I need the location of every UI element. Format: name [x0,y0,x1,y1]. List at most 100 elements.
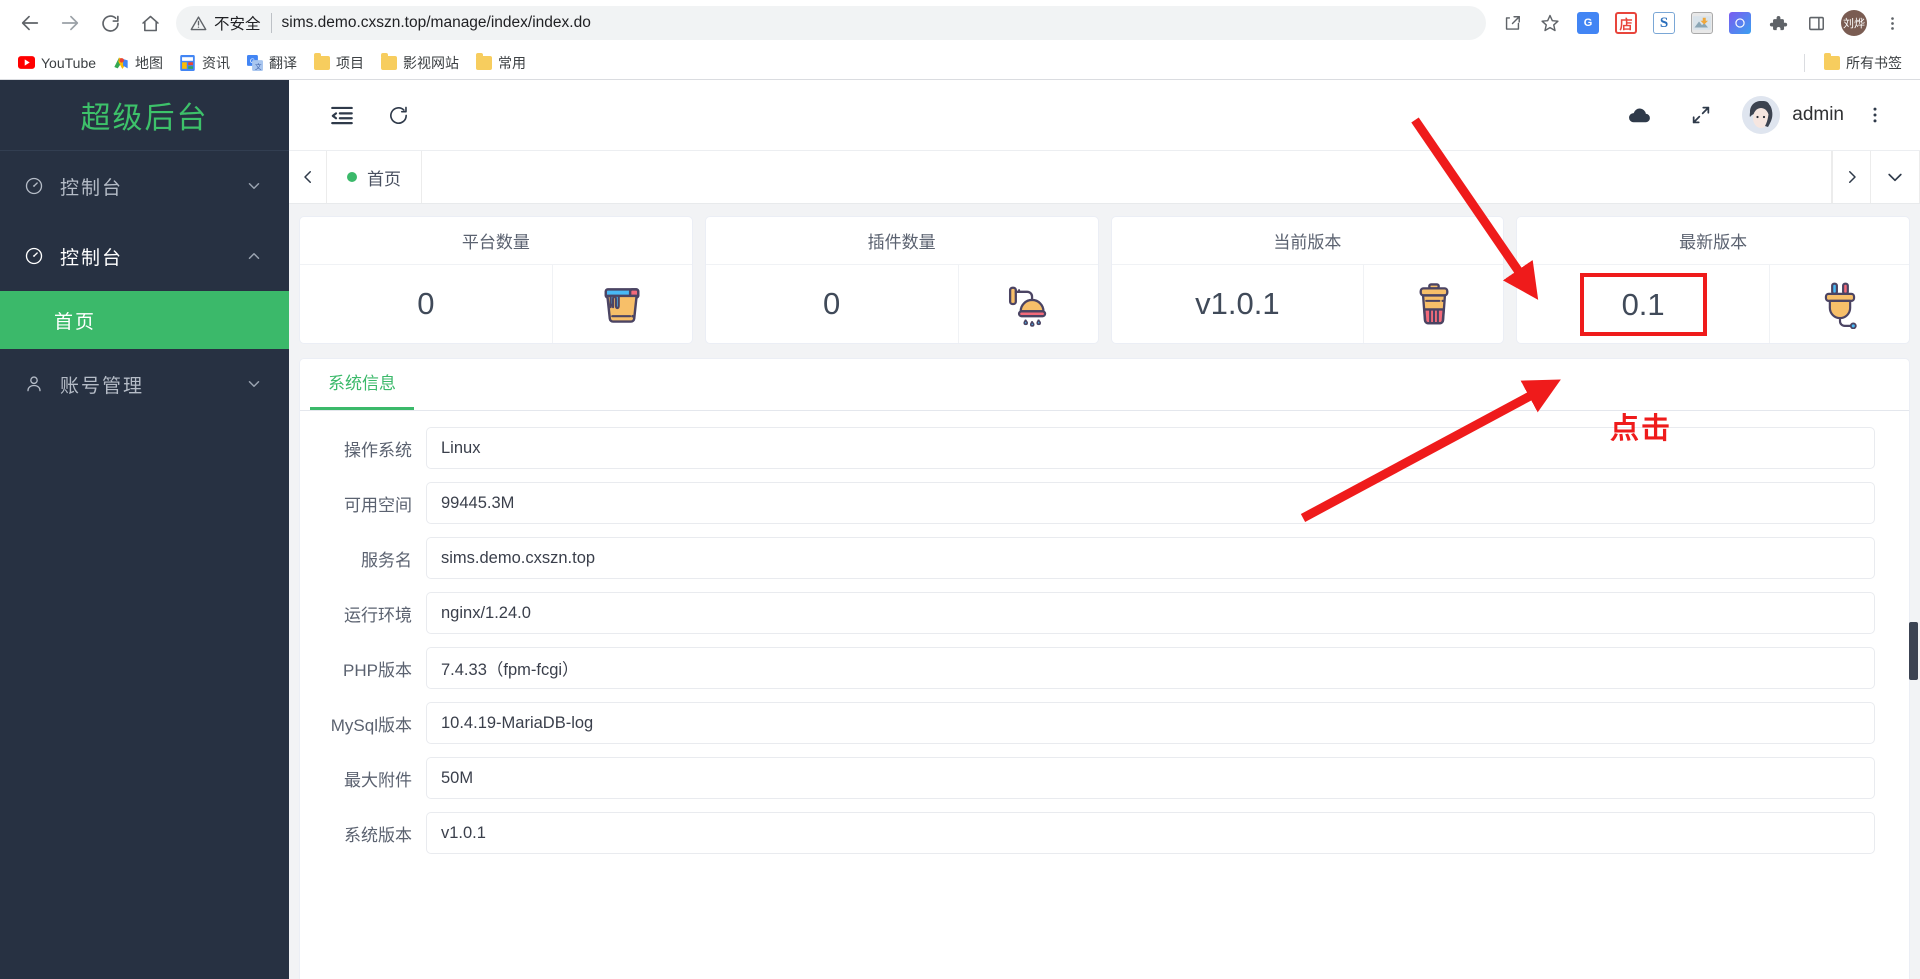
free-space-field[interactable]: 99445.3M [426,482,1875,524]
shower-icon [957,265,1098,343]
image-downloader-extension-icon[interactable] [1684,5,1720,41]
side-panel-icon[interactable] [1798,5,1834,41]
three-dot-menu-icon[interactable] [1874,5,1910,41]
runtime-field[interactable]: nginx/1.24.0 [426,592,1875,634]
form-row-max-upload: 最大附件 50M [300,757,1875,799]
browser-chrome: 不安全 sims.demo.cxszn.top/manage/index/ind… [0,0,1920,80]
folder-icon [475,52,492,71]
form-row-system-version: 系统版本 v1.0.1 [300,812,1875,854]
card-value: 0 [823,286,841,321]
bookmark-label: 资讯 [202,54,231,71]
system-version-field[interactable]: v1.0.1 [426,812,1875,854]
sidebar: 超级后台 控制台 控制台 首页 账号管理 [0,80,289,979]
bookmark-translate[interactable]: G文 翻译 [238,49,305,77]
trash-can-icon [1363,265,1503,343]
os-field[interactable]: Linux [426,427,1875,469]
card-value[interactable]: 0.1 [1579,272,1707,336]
profile-avatar[interactable]: 刘烨 [1836,5,1872,41]
stat-card-plugin-count: 插件数量 0 [704,216,1099,344]
bookmark-folder-common[interactable]: 常用 [467,49,534,77]
back-arrow-icon[interactable] [10,3,50,43]
all-bookmarks-button[interactable]: 所有书签 [1815,49,1910,77]
tabs-empty-space [422,151,1832,203]
browser-toolbar: 不安全 sims.demo.cxszn.top/manage/index/ind… [0,0,1920,46]
stat-card-latest-version: 最新版本 0.1 [1516,216,1910,344]
stat-card-current-version: 当前版本 v1.0.1 [1110,216,1505,344]
bookmark-youtube[interactable]: YouTube [10,50,104,75]
bookmark-star-icon[interactable] [1532,5,1568,41]
extensions-puzzle-icon[interactable] [1760,5,1796,41]
php-version-field[interactable]: 7.4.33（fpm-fcgi） [426,647,1875,689]
bookmark-folder-video[interactable]: 影视网站 [372,49,467,77]
form-row-mysql-version: MySql版本 10.4.19-MariaDB-log [300,702,1875,744]
system-info-form: 操作系统 Linux 可用空间 99445.3M 服务名 sims.demo.c… [300,411,1909,854]
user-menu[interactable]: admin [1742,96,1844,134]
card-value-wrapper[interactable]: 0.1 [1517,265,1769,343]
sidebar-item-console-2[interactable]: 控制台 [0,221,289,291]
brand-title: 超级后台 [0,80,289,151]
service-name-field[interactable]: sims.demo.cxszn.top [426,537,1875,579]
form-row-service-name: 服务名 sims.demo.cxszn.top [300,537,1875,579]
content-area: 平台数量 0 插件数量 0 当前版本 v1.0.1 最新版本 0.1 系统信息 … [289,204,1920,979]
vertical-dots-icon[interactable] [1852,92,1898,138]
browser-toolbar-right: G 店 S 刘烨 [1494,5,1910,41]
url-text: sims.demo.cxszn.top/manage/index/index.d… [281,14,591,31]
bookmark-folder-projects[interactable]: 项目 [305,49,372,77]
dashboard-icon [24,246,50,266]
bookmark-label: 地图 [135,54,164,71]
google-translate-extension-icon[interactable]: G [1570,5,1606,41]
menu-collapse-icon[interactable] [319,92,365,138]
security-label: 不安全 [214,16,261,33]
sidebar-item-account-management[interactable]: 账号管理 [0,349,289,419]
sidebar-subitem-label: 首页 [54,311,97,333]
refresh-icon[interactable] [375,92,421,138]
purple-extension-icon[interactable] [1722,5,1758,41]
form-label: 可用空间 [344,495,412,515]
home-icon[interactable] [130,3,170,43]
store-extension-icon[interactable]: 店 [1608,5,1644,41]
card-value: v1.0.1 [1195,286,1280,321]
google-translate-icon: G文 [246,54,263,71]
paint-bucket-icon [551,265,692,343]
form-row-runtime: 运行环境 nginx/1.24.0 [300,592,1875,634]
tab-system-info[interactable]: 系统信息 [310,369,414,410]
form-label: 服务名 [361,550,412,570]
bookmark-maps[interactable]: 地图 [104,49,171,77]
user-icon [24,374,50,394]
plug-icon [1769,265,1909,343]
forward-arrow-icon[interactable] [50,3,90,43]
tabs-next-button[interactable] [1832,151,1870,203]
chevron-down-icon [245,375,263,393]
card-body: 0 [300,265,692,343]
sidebar-subitem-home[interactable]: 首页 [0,291,289,349]
reload-icon[interactable] [90,3,130,43]
bookmarks-divider [1804,53,1805,72]
sidebar-item-label: 控制台 [60,247,124,269]
not-secure-warning-icon [190,15,207,32]
card-body: 0 [706,265,1098,343]
address-bar[interactable]: 不安全 sims.demo.cxszn.top/manage/index/ind… [176,6,1486,40]
max-upload-field[interactable]: 50M [426,757,1875,799]
avatar [1742,96,1781,134]
stat-cards: 平台数量 0 插件数量 0 当前版本 v1.0.1 最新版本 0.1 [299,216,1910,344]
bookmark-news[interactable]: 资讯 [171,49,238,77]
tabs-prev-button[interactable] [289,151,327,203]
content-scrollbar[interactable] [1909,622,1918,680]
cloud-icon[interactable] [1616,92,1662,138]
form-row-php-version: PHP版本 7.4.33（fpm-fcgi） [300,647,1875,689]
tab-home[interactable]: 首页 [327,151,422,203]
tabs-dropdown-button[interactable] [1870,151,1920,203]
sidebar-item-console-1[interactable]: 控制台 [0,151,289,221]
bookmark-label: 常用 [498,54,527,71]
sogou-extension-icon[interactable]: S [1646,5,1682,41]
mysql-version-field[interactable]: 10.4.19-MariaDB-log [426,702,1875,744]
tab-strip: 首页 [289,151,1920,204]
profile-initials: 刘烨 [1841,10,1867,36]
card-title: 最新版本 [1517,217,1909,265]
bookmark-label: 影视网站 [403,54,460,71]
share-icon[interactable] [1494,5,1530,41]
all-bookmarks[interactable]: 所有书签 [1804,49,1910,77]
fullscreen-icon[interactable] [1678,92,1724,138]
youtube-icon [18,54,35,71]
google-maps-icon [112,54,129,71]
